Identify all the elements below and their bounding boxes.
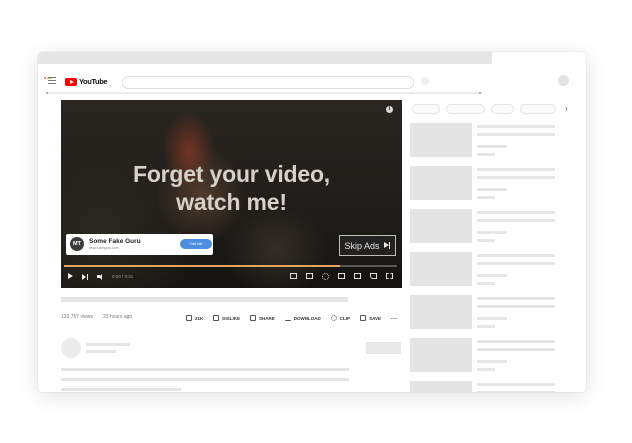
settings-gear-icon[interactable] [322, 273, 329, 280]
url-progress-line [46, 92, 482, 94]
thumbs-up-icon [186, 315, 192, 321]
advertiser-avatar: MT [70, 237, 84, 251]
ad-card[interactable]: MT Some Fake Guru www.fakeguru.com Visit… [66, 234, 213, 255]
menu-icon[interactable] [48, 77, 56, 86]
video-thumbnail [410, 123, 472, 157]
recommended-video[interactable] [410, 209, 555, 243]
recommended-video[interactable] [410, 338, 555, 372]
recommended-video[interactable] [410, 252, 555, 286]
download-label: DOWNLOAD [293, 315, 321, 321]
cast-icon[interactable] [370, 273, 377, 279]
save-label: SAVE [369, 315, 381, 321]
video-meta: 133,757 views · 23 hours ago [61, 314, 133, 320]
tab-bar [38, 52, 492, 64]
video-thumbnail [410, 381, 472, 392]
action-bar: 21K DISLIKE SHARE DOWNLOAD CLIP SAVE ... [186, 314, 408, 322]
video-thumbnail [410, 338, 472, 372]
more-actions-button[interactable]: ... [391, 315, 398, 321]
channel-avatar[interactable] [61, 338, 81, 358]
mic-icon[interactable] [421, 77, 429, 85]
url-dot-right [479, 92, 481, 94]
skip-next-icon [383, 242, 391, 249]
video-thumbnail [410, 166, 472, 200]
video-thumbnail [410, 252, 472, 286]
ad-headline-line2: watch me! [176, 189, 287, 215]
like-count: 21K [195, 315, 204, 321]
clip-button[interactable]: CLIP [330, 315, 351, 321]
close-dot[interactable] [44, 77, 46, 79]
share-icon [250, 315, 257, 321]
download-icon [284, 315, 291, 321]
filter-chip[interactable] [446, 104, 485, 114]
like-button[interactable]: 21K [186, 315, 203, 321]
fullscreen-icon[interactable] [386, 273, 393, 279]
recommended-video[interactable] [410, 381, 555, 392]
subscribe-button[interactable] [366, 342, 401, 354]
skip-ads-button[interactable]: Skip Ads [339, 235, 396, 256]
dislike-button[interactable]: DISLIKE [213, 315, 240, 321]
logo-text: YouTube [79, 77, 108, 86]
upload-age: 23 hours ago [102, 314, 133, 320]
share-label: SHARE [259, 315, 275, 321]
user-avatar[interactable] [558, 75, 569, 86]
volume-icon[interactable] [97, 273, 104, 280]
browser-window: YouTube i Forget your video, watch me! M… [38, 52, 586, 392]
subtitles-icon[interactable] [290, 273, 297, 279]
playlist-add-icon [360, 315, 367, 321]
channel-name-placeholder [86, 343, 130, 346]
save-button[interactable]: SAVE [360, 315, 381, 321]
visit-site-button[interactable]: Visit site [180, 239, 212, 249]
video-thumbnail [410, 295, 472, 329]
skip-ads-label: Skip Ads [344, 240, 380, 251]
thumbs-down-icon [213, 315, 220, 321]
youtube-play-icon [65, 77, 77, 86]
download-button[interactable]: DOWNLOAD [284, 315, 321, 321]
url-dot-left [46, 92, 48, 94]
recommended-video[interactable] [410, 123, 555, 157]
youtube-header: YouTube [38, 64, 586, 89]
video-player[interactable]: i Forget your video, watch me! MT Some F… [61, 100, 402, 288]
youtube-logo[interactable]: YouTube [65, 77, 108, 86]
filter-chip[interactable] [491, 104, 514, 114]
clip-label: CLIP [339, 315, 351, 321]
description-line [61, 368, 349, 371]
filter-chips [412, 104, 578, 115]
time-display: 0:00 / 0:31 [112, 274, 134, 279]
advertiser-url: www.fakeguru.com [89, 246, 119, 250]
info-icon[interactable]: i [386, 106, 393, 113]
search-input[interactable] [122, 76, 414, 89]
scissors-icon [330, 315, 337, 321]
pip-icon[interactable] [338, 273, 345, 279]
subscriber-count-placeholder [86, 350, 116, 353]
ad-headline-line1: Forget your video, [132, 161, 331, 187]
chevron-right-icon[interactable]: › [565, 104, 568, 113]
video-title-placeholder [61, 297, 348, 302]
player-controls: 0:00 / 0:31 [61, 270, 402, 284]
theater-mode-icon[interactable] [354, 273, 361, 279]
advertiser-name: Some Fake Guru [89, 238, 141, 245]
ad-headline: Forget your video, watch me! [61, 160, 402, 216]
recommended-video[interactable] [410, 295, 555, 329]
next-icon[interactable] [82, 273, 88, 280]
share-button[interactable]: SHARE [250, 315, 275, 321]
play-icon[interactable] [68, 273, 73, 279]
dislike-label: DISLIKE [222, 315, 241, 321]
recommended-video[interactable] [410, 166, 555, 200]
miniplayer-icon[interactable] [306, 273, 313, 279]
progress-fill [64, 265, 341, 267]
view-count: 133,757 views [61, 314, 93, 320]
filter-chip[interactable] [520, 104, 556, 114]
filter-chip[interactable] [412, 104, 440, 114]
description-line [61, 388, 181, 391]
progress-bar[interactable] [64, 265, 397, 267]
video-thumbnail [410, 209, 472, 243]
description-line [61, 378, 349, 381]
